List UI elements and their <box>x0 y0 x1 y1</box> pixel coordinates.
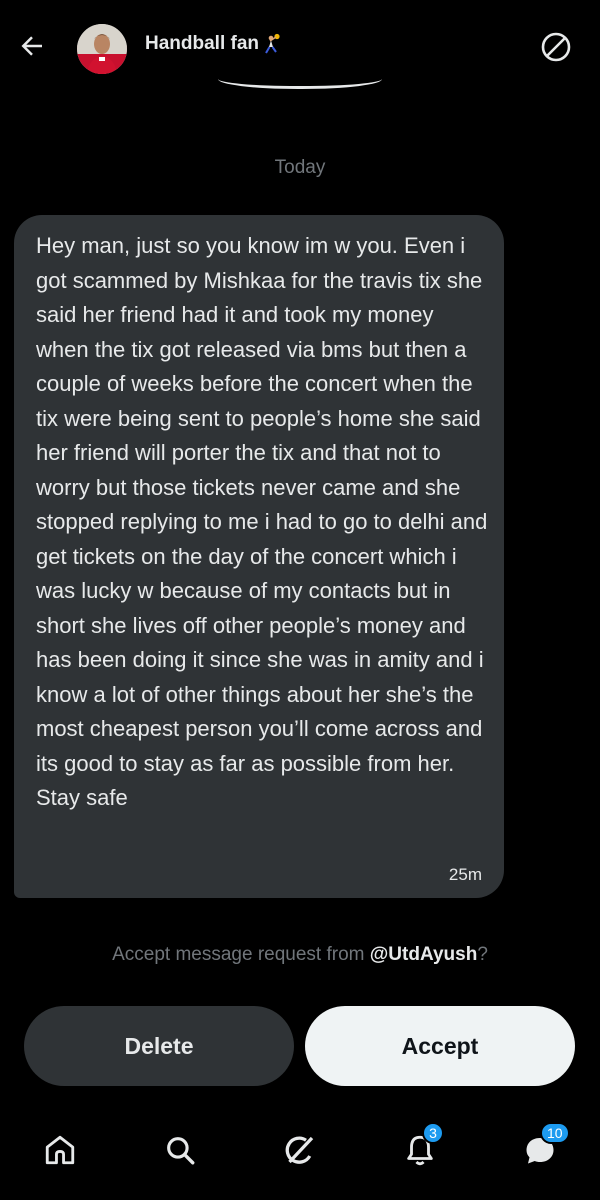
avatar[interactable] <box>77 24 127 74</box>
date-separator: Today <box>274 157 326 178</box>
accept-button[interactable]: Accept <box>305 1006 575 1086</box>
handball-icon <box>265 33 280 54</box>
message-timestamp: 25m <box>448 865 482 884</box>
request-suffix: ? <box>477 944 488 965</box>
nav-home[interactable] <box>36 1126 84 1174</box>
home-icon <box>45 1135 75 1165</box>
avatar-image <box>77 24 127 74</box>
circle-slash-icon <box>541 32 571 62</box>
message-bubble[interactable]: Hey man, just so you know im w you. Even… <box>14 215 504 898</box>
nav-notifications[interactable]: 3 <box>396 1122 444 1174</box>
grok-icon <box>285 1136 314 1164</box>
request-handle-link[interactable]: @UtdAyush <box>370 944 478 965</box>
notifications-badge: 3 <box>422 1122 444 1144</box>
search-icon <box>167 1137 195 1165</box>
back-button[interactable] <box>14 28 50 64</box>
conversation-title: Handball fan <box>145 33 260 54</box>
bottom-nav: 3 10 <box>0 1108 600 1200</box>
arrow-left-icon <box>21 36 42 56</box>
nav-messages[interactable]: 10 <box>516 1122 570 1174</box>
title-wrap[interactable]: Handball fan <box>145 33 283 55</box>
request-prefix: Accept message request from <box>112 944 370 965</box>
delete-button[interactable]: Delete <box>24 1006 294 1086</box>
message-request-prompt: Accept message request from @UtdAyush? <box>0 944 600 966</box>
conversation-header: Handball fan <box>0 0 600 96</box>
messages-badge: 10 <box>540 1122 570 1144</box>
nav-grok[interactable] <box>276 1126 324 1174</box>
header-divider <box>218 76 382 89</box>
info-button[interactable] <box>537 28 575 66</box>
nav-search[interactable] <box>156 1126 204 1174</box>
message-text: Hey man, just so you know im w you. Even… <box>36 233 488 810</box>
